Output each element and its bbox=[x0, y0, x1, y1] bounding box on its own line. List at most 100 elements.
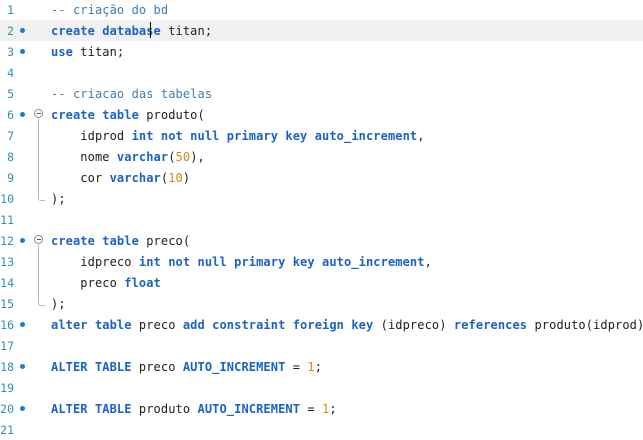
line-number: 14 bbox=[0, 275, 14, 290]
code-token: (idpreco) bbox=[373, 317, 454, 332]
code-token: produto(idprod); bbox=[527, 317, 643, 332]
code-line[interactable]: 10); bbox=[0, 188, 643, 209]
code-text: ALTER TABLE preco AUTO_INCREMENT = 1; bbox=[51, 360, 322, 374]
code-token: preco bbox=[131, 317, 183, 332]
code-token: 50 bbox=[175, 149, 191, 164]
code-line[interactable]: 11 bbox=[0, 209, 643, 230]
code-token: cor bbox=[51, 170, 110, 185]
statement-marker-icon bbox=[20, 406, 25, 411]
code-token: AUTO_INCREMENT bbox=[197, 401, 301, 416]
code-line[interactable]: 17 bbox=[0, 335, 643, 356]
code-token: varchar bbox=[109, 170, 161, 185]
code-text: -- criação do bd bbox=[51, 3, 168, 17]
code-text: idpreco int not null primary key auto_in… bbox=[51, 255, 432, 269]
code-token: ); bbox=[51, 191, 66, 206]
line-number: 1 bbox=[7, 2, 14, 17]
line-number: 19 bbox=[0, 380, 14, 395]
line-number: 3 bbox=[7, 44, 14, 59]
code-line[interactable]: 7 idprod int not null primary key auto_i… bbox=[0, 125, 643, 146]
code-token: preco bbox=[131, 359, 183, 374]
code-token: nome bbox=[51, 149, 117, 164]
code-token: -- criacao das tabelas bbox=[51, 86, 213, 101]
statement-marker-icon bbox=[20, 364, 25, 369]
code-line[interactable]: 9 cor varchar(10) bbox=[0, 167, 643, 188]
code-text: -- criacao das tabelas bbox=[51, 87, 212, 101]
line-number: 5 bbox=[7, 86, 14, 101]
code-token: ), bbox=[190, 149, 205, 164]
fold-guide-end bbox=[38, 194, 45, 201]
code-token: titan; bbox=[160, 23, 213, 38]
code-token: = bbox=[285, 359, 308, 374]
code-line[interactable]: 2 create database titan; bbox=[0, 20, 643, 41]
code-line[interactable]: 8 nome varchar(50), bbox=[0, 146, 643, 167]
code-text: create table preco( bbox=[51, 234, 190, 248]
code-token: ; bbox=[329, 401, 337, 416]
code-token: 1 bbox=[307, 359, 315, 374]
code-token: create table bbox=[51, 233, 139, 248]
code-line[interactable]: 5 -- criacao das tabelas bbox=[0, 83, 643, 104]
code-line[interactable]: 4 bbox=[0, 62, 643, 83]
code-line[interactable]: 20 ALTER TABLE produto AUTO_INCREMENT = 1… bbox=[0, 398, 643, 419]
code-line[interactable]: 13 idpreco int not null primary key auto… bbox=[0, 251, 643, 272]
code-line[interactable]: 3 use titan; bbox=[0, 41, 643, 62]
line-number: 21 bbox=[0, 422, 14, 437]
code-token: preco bbox=[51, 275, 125, 290]
code-line[interactable]: 21 bbox=[0, 419, 643, 440]
line-number: 4 bbox=[7, 65, 14, 80]
line-number: 7 bbox=[7, 128, 14, 143]
fold-guide bbox=[38, 245, 39, 301]
collapse-icon[interactable] bbox=[34, 235, 43, 244]
code-text: use titan; bbox=[51, 45, 124, 59]
code-line[interactable]: 14 preco float bbox=[0, 272, 643, 293]
code-token: use bbox=[51, 44, 73, 59]
code-line[interactable]: 1 -- criação do bd bbox=[0, 0, 643, 20]
code-token: ( bbox=[168, 149, 176, 164]
code-token: idprod bbox=[51, 128, 132, 143]
code-token: produto bbox=[131, 401, 198, 416]
code-text: alter table preco add constraint foreign… bbox=[51, 318, 643, 332]
code-token: AUTO_INCREMENT bbox=[182, 359, 286, 374]
code-line[interactable]: 18 ALTER TABLE preco AUTO_INCREMENT = 1; bbox=[0, 356, 643, 377]
line-number: 15 bbox=[0, 296, 14, 311]
code-line[interactable]: 6 create table produto( bbox=[0, 104, 643, 125]
code-token: = bbox=[300, 401, 323, 416]
code-token: titan; bbox=[72, 44, 125, 59]
code-token: idpreco bbox=[51, 254, 139, 269]
line-number: 17 bbox=[0, 338, 14, 353]
code-text: ); bbox=[51, 297, 66, 311]
code-token: , bbox=[417, 128, 425, 143]
code-line[interactable]: 15); bbox=[0, 293, 643, 314]
code-token: create table bbox=[51, 107, 139, 122]
line-number: 9 bbox=[7, 170, 14, 185]
line-number: 20 bbox=[0, 401, 14, 416]
code-token: references bbox=[453, 317, 528, 332]
code-token: ALTER TABLE bbox=[51, 359, 132, 374]
code-text: ); bbox=[51, 192, 66, 206]
collapse-icon[interactable] bbox=[34, 109, 43, 118]
code-line[interactable]: 12 create table preco( bbox=[0, 230, 643, 251]
code-token: int not null primary key auto_increment bbox=[138, 254, 425, 269]
code-token: , bbox=[424, 254, 432, 269]
code-token: float bbox=[124, 275, 161, 290]
code-text: create table produto( bbox=[51, 108, 205, 122]
code-token: 10 bbox=[168, 170, 183, 185]
code-line[interactable]: 19 bbox=[0, 377, 643, 398]
statement-marker-icon bbox=[20, 322, 25, 327]
text-cursor bbox=[150, 22, 151, 38]
code-token: ) bbox=[182, 170, 191, 185]
code-text: create database titan; bbox=[51, 24, 212, 38]
line-number: 12 bbox=[0, 233, 14, 248]
statement-marker-icon bbox=[20, 238, 25, 243]
sql-code-editor[interactable]: 1 -- criação do bd 2 create database titan;… bbox=[0, 0, 643, 437]
statement-marker-icon bbox=[20, 112, 25, 117]
code-token: ALTER TABLE bbox=[51, 401, 132, 416]
code-text: nome varchar(50), bbox=[51, 150, 205, 164]
line-number: 6 bbox=[7, 107, 14, 122]
line-number: 13 bbox=[0, 254, 14, 269]
line-number: 18 bbox=[0, 359, 14, 374]
code-line[interactable]: 16 alter table preco add constraint forei… bbox=[0, 314, 643, 335]
fold-guide-end bbox=[38, 299, 45, 306]
code-text: idprod int not null primary key auto_inc… bbox=[51, 129, 425, 143]
code-token: alter table bbox=[51, 317, 132, 332]
code-token: produto( bbox=[138, 107, 205, 122]
